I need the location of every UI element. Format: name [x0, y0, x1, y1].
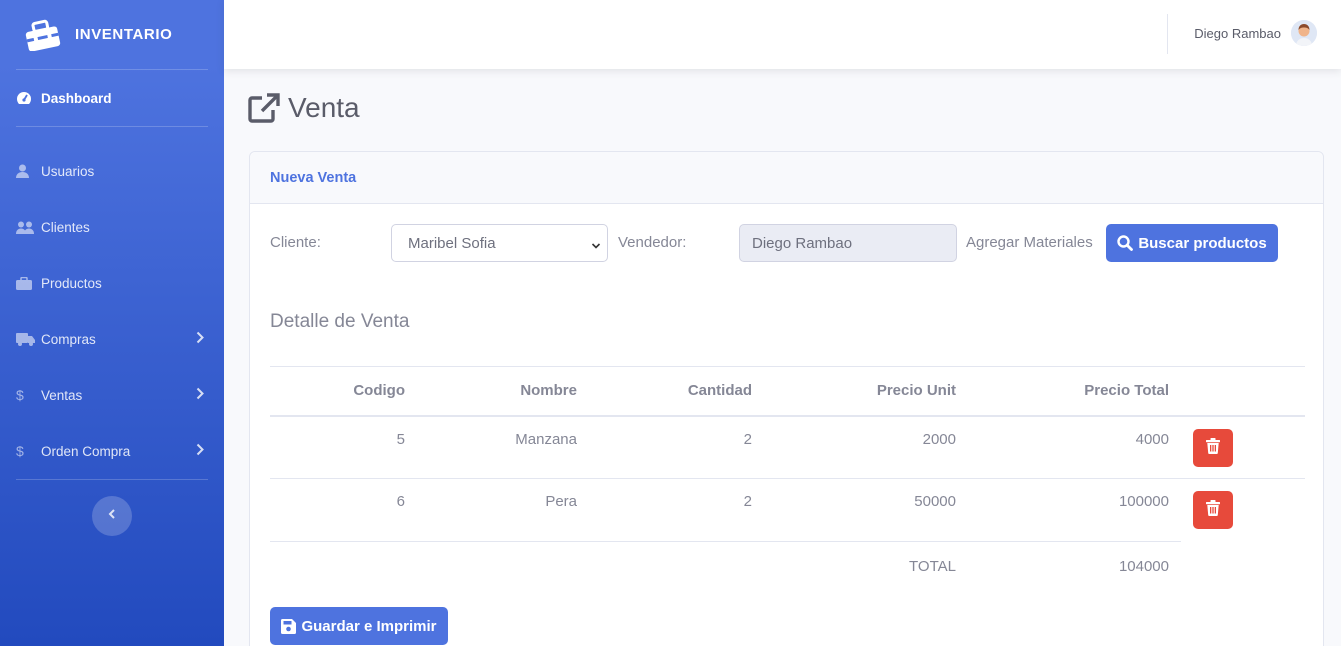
table-row: 6 Pera 2 50000 100000 [270, 478, 1305, 542]
buscar-productos-label: Buscar productos [1138, 234, 1267, 252]
sidebar-item-compras[interactable]: Compras [0, 311, 224, 367]
sidebar-item-label: Clientes [41, 219, 90, 235]
detalle-table: Codigo Nombre Cantidad Precio Unit Preci… [270, 366, 1305, 605]
cell-nombre: Pera [417, 478, 589, 542]
cliente-select[interactable]: Maribel Sofia [391, 224, 608, 262]
card-header: Nueva Venta [250, 152, 1323, 204]
sidebar-item-dashboard[interactable]: Dashboard [0, 70, 224, 126]
tachometer-icon [16, 91, 36, 105]
table-header-row: Codigo Nombre Cantidad Precio Unit Preci… [270, 366, 1305, 417]
dollar-icon: $ [16, 443, 24, 459]
trash-icon [1206, 437, 1220, 458]
agregar-materiales-label: Agregar Materiales [966, 234, 1093, 251]
sidebar-item-label: Orden Compra [41, 443, 131, 459]
buscar-productos-button[interactable]: Buscar productos [1106, 224, 1278, 262]
sidebar-item-label: Usuarios [41, 163, 95, 179]
user-name[interactable]: Diego Rambao [1194, 26, 1281, 41]
column-header: Codigo [270, 366, 417, 417]
total-label: TOTAL [764, 541, 968, 605]
vendedor-field[interactable]: Diego Rambao [739, 224, 957, 262]
page-title: Venta [248, 92, 360, 124]
vendedor-value: Diego Rambao [752, 234, 853, 252]
column-header-actions [1181, 366, 1305, 417]
truck-icon [16, 332, 36, 346]
cliente-label: Cliente: [270, 234, 321, 251]
sidebar-item-ventas[interactable]: $ Ventas [0, 367, 224, 423]
chevron-right-icon [196, 443, 204, 459]
guardar-imprimir-label: Guardar e Imprimir [301, 617, 437, 635]
chevron-right-icon [196, 331, 204, 347]
delete-button[interactable] [1193, 428, 1233, 467]
toolbox-icon [25, 19, 61, 52]
nueva-venta-card: Nueva Venta Cliente: Maribel Sofia Vende… [249, 151, 1324, 646]
cell-nombre: Manzana [515, 430, 577, 448]
cell-codigo: 5 [396, 430, 405, 448]
cell-precio-total: 4000 [1135, 430, 1169, 448]
cell-precio-total: 100000 [968, 478, 1181, 542]
chevron-down-icon [591, 238, 601, 255]
avatar[interactable] [1291, 20, 1317, 46]
cell-actions [1181, 416, 1305, 479]
sidebar-item-label: Dashboard [41, 90, 112, 106]
chevron-right-icon [196, 387, 204, 403]
user-icon [16, 164, 36, 178]
brand[interactable]: INVENTARIO [0, 0, 224, 69]
briefcase-icon [16, 276, 36, 290]
search-icon [1117, 235, 1134, 251]
page-title-text: Venta [288, 92, 360, 123]
trash-icon [1206, 500, 1220, 520]
cell-actions [1181, 478, 1305, 542]
sidebar-item-label: Compras [41, 331, 96, 347]
total-value: 104000 [968, 541, 1181, 605]
sidebar-item-clientes[interactable]: Clientes [0, 199, 224, 255]
sidebar-toggle-button[interactable] [92, 496, 132, 536]
sidebar: INVENTARIO Dashboard Usuarios Clientes P… [0, 0, 224, 646]
table-row: 5 Manzana 2 2000 4000 [270, 416, 1305, 479]
cell-codigo: 6 [270, 478, 417, 542]
sidebar-item-usuarios[interactable]: Usuarios [0, 143, 224, 199]
delete-button[interactable] [1193, 491, 1233, 529]
vendedor-label: Vendedor: [618, 234, 687, 251]
guardar-imprimir-button[interactable]: Guardar e Imprimir [270, 607, 448, 645]
sidebar-divider [16, 479, 208, 480]
chevron-left-icon [108, 507, 116, 525]
cell-precio-unit: 2000 [922, 430, 956, 448]
brand-name: INVENTARIO [75, 26, 173, 43]
column-header: Precio Total [968, 366, 1181, 417]
sidebar-item-label: Productos [41, 275, 102, 291]
cell-precio-unit: 50000 [764, 478, 968, 542]
sidebar-item-label: Ventas [41, 387, 83, 403]
detalle-venta-title: Detalle de Venta [270, 311, 410, 332]
topbar: Diego Rambao [224, 0, 1341, 69]
cell-cantidad: 2 [589, 478, 764, 542]
external-link-icon [248, 93, 280, 123]
column-header: Precio Unit [764, 366, 968, 417]
table-total-row: TOTAL 104000 [270, 541, 1305, 605]
cliente-selected-value: Maribel Sofia [408, 234, 496, 252]
users-icon [16, 221, 36, 234]
sidebar-item-orden-compra[interactable]: $ Orden Compra [0, 423, 224, 479]
column-header: Cantidad [589, 366, 764, 417]
cell-cantidad: 2 [743, 430, 752, 448]
save-icon [281, 618, 297, 634]
topbar-divider [1167, 14, 1168, 54]
column-header: Nombre [417, 366, 589, 417]
sidebar-item-productos[interactable]: Productos [0, 255, 224, 311]
dollar-icon: $ [16, 387, 24, 403]
